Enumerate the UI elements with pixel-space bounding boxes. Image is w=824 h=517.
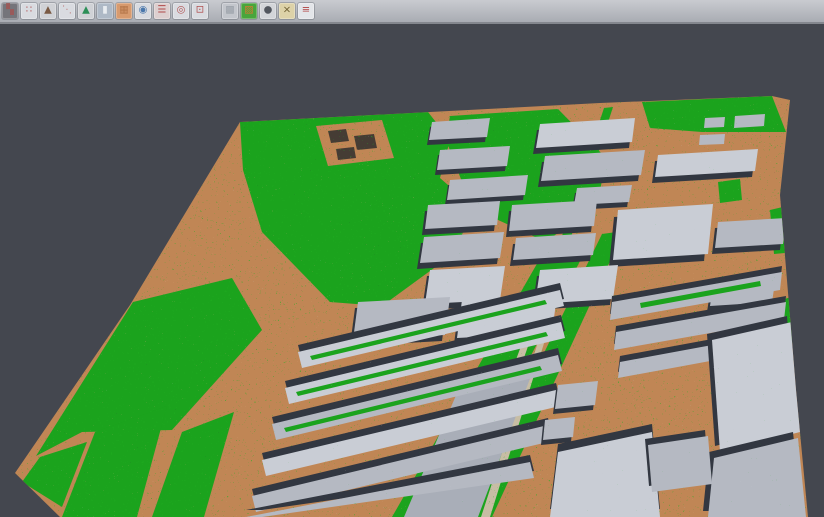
sparse-points-icon: ⋱ [62,6,72,16]
align-points-icon: ∷ [26,6,32,16]
point-speckle [0,24,824,517]
green-hill-icon[interactable]: ▲ [78,3,94,19]
raster-grid-icon: ▩ [225,6,234,16]
globe-icon: ◉ [139,6,148,16]
open-cloud-icon: ▚ [6,6,14,16]
globe-icon[interactable]: ◉ [135,3,151,19]
classification-icon[interactable]: ▨ [241,3,257,19]
open-cloud-icon[interactable]: ▚ [2,3,18,19]
viewport-3d[interactable] [0,24,824,517]
point-cloud-scene[interactable] [0,24,824,517]
align-points-icon[interactable]: ∷ [21,3,37,19]
target-icon: ◎ [177,6,186,16]
ortho-photo-icon: ▦ [119,6,128,16]
point-cloud-layers [0,24,824,517]
classification-icon: ▨ [244,6,253,16]
target-icon[interactable]: ◎ [173,3,189,19]
toolbar: ▚ ∷ ▲ ⋱ ▲ ▮ ▦ ◉ ☰ ◎ ⊡ ▩ ▨ ● × ≡ [0,0,824,24]
flag-icon: ≡ [302,6,310,16]
app-window: { "window": { "background": "#44474f" },… [0,0,824,517]
selection-bounds-icon: ⊡ [196,6,204,16]
terrain-mound-icon[interactable]: ▲ [40,3,56,19]
layers-icon: ☰ [158,6,167,16]
sparse-points-icon[interactable]: ⋱ [59,3,75,19]
annotate-icon: × [283,6,291,16]
toolbar-separator [211,3,219,19]
selection-bounds-icon[interactable]: ⊡ [192,3,208,19]
annotate-icon[interactable]: × [279,3,295,19]
layers-icon[interactable]: ☰ [154,3,170,19]
package-icon: ● [264,6,273,16]
ortho-photo-icon[interactable]: ▦ [116,3,132,19]
column-icon[interactable]: ▮ [97,3,113,19]
raster-grid-icon[interactable]: ▩ [222,3,238,19]
flag-icon[interactable]: ≡ [298,3,314,19]
green-hill-icon: ▲ [82,6,90,16]
column-icon: ▮ [102,6,108,16]
package-icon[interactable]: ● [260,3,276,19]
terrain-mound-icon: ▲ [44,6,52,16]
